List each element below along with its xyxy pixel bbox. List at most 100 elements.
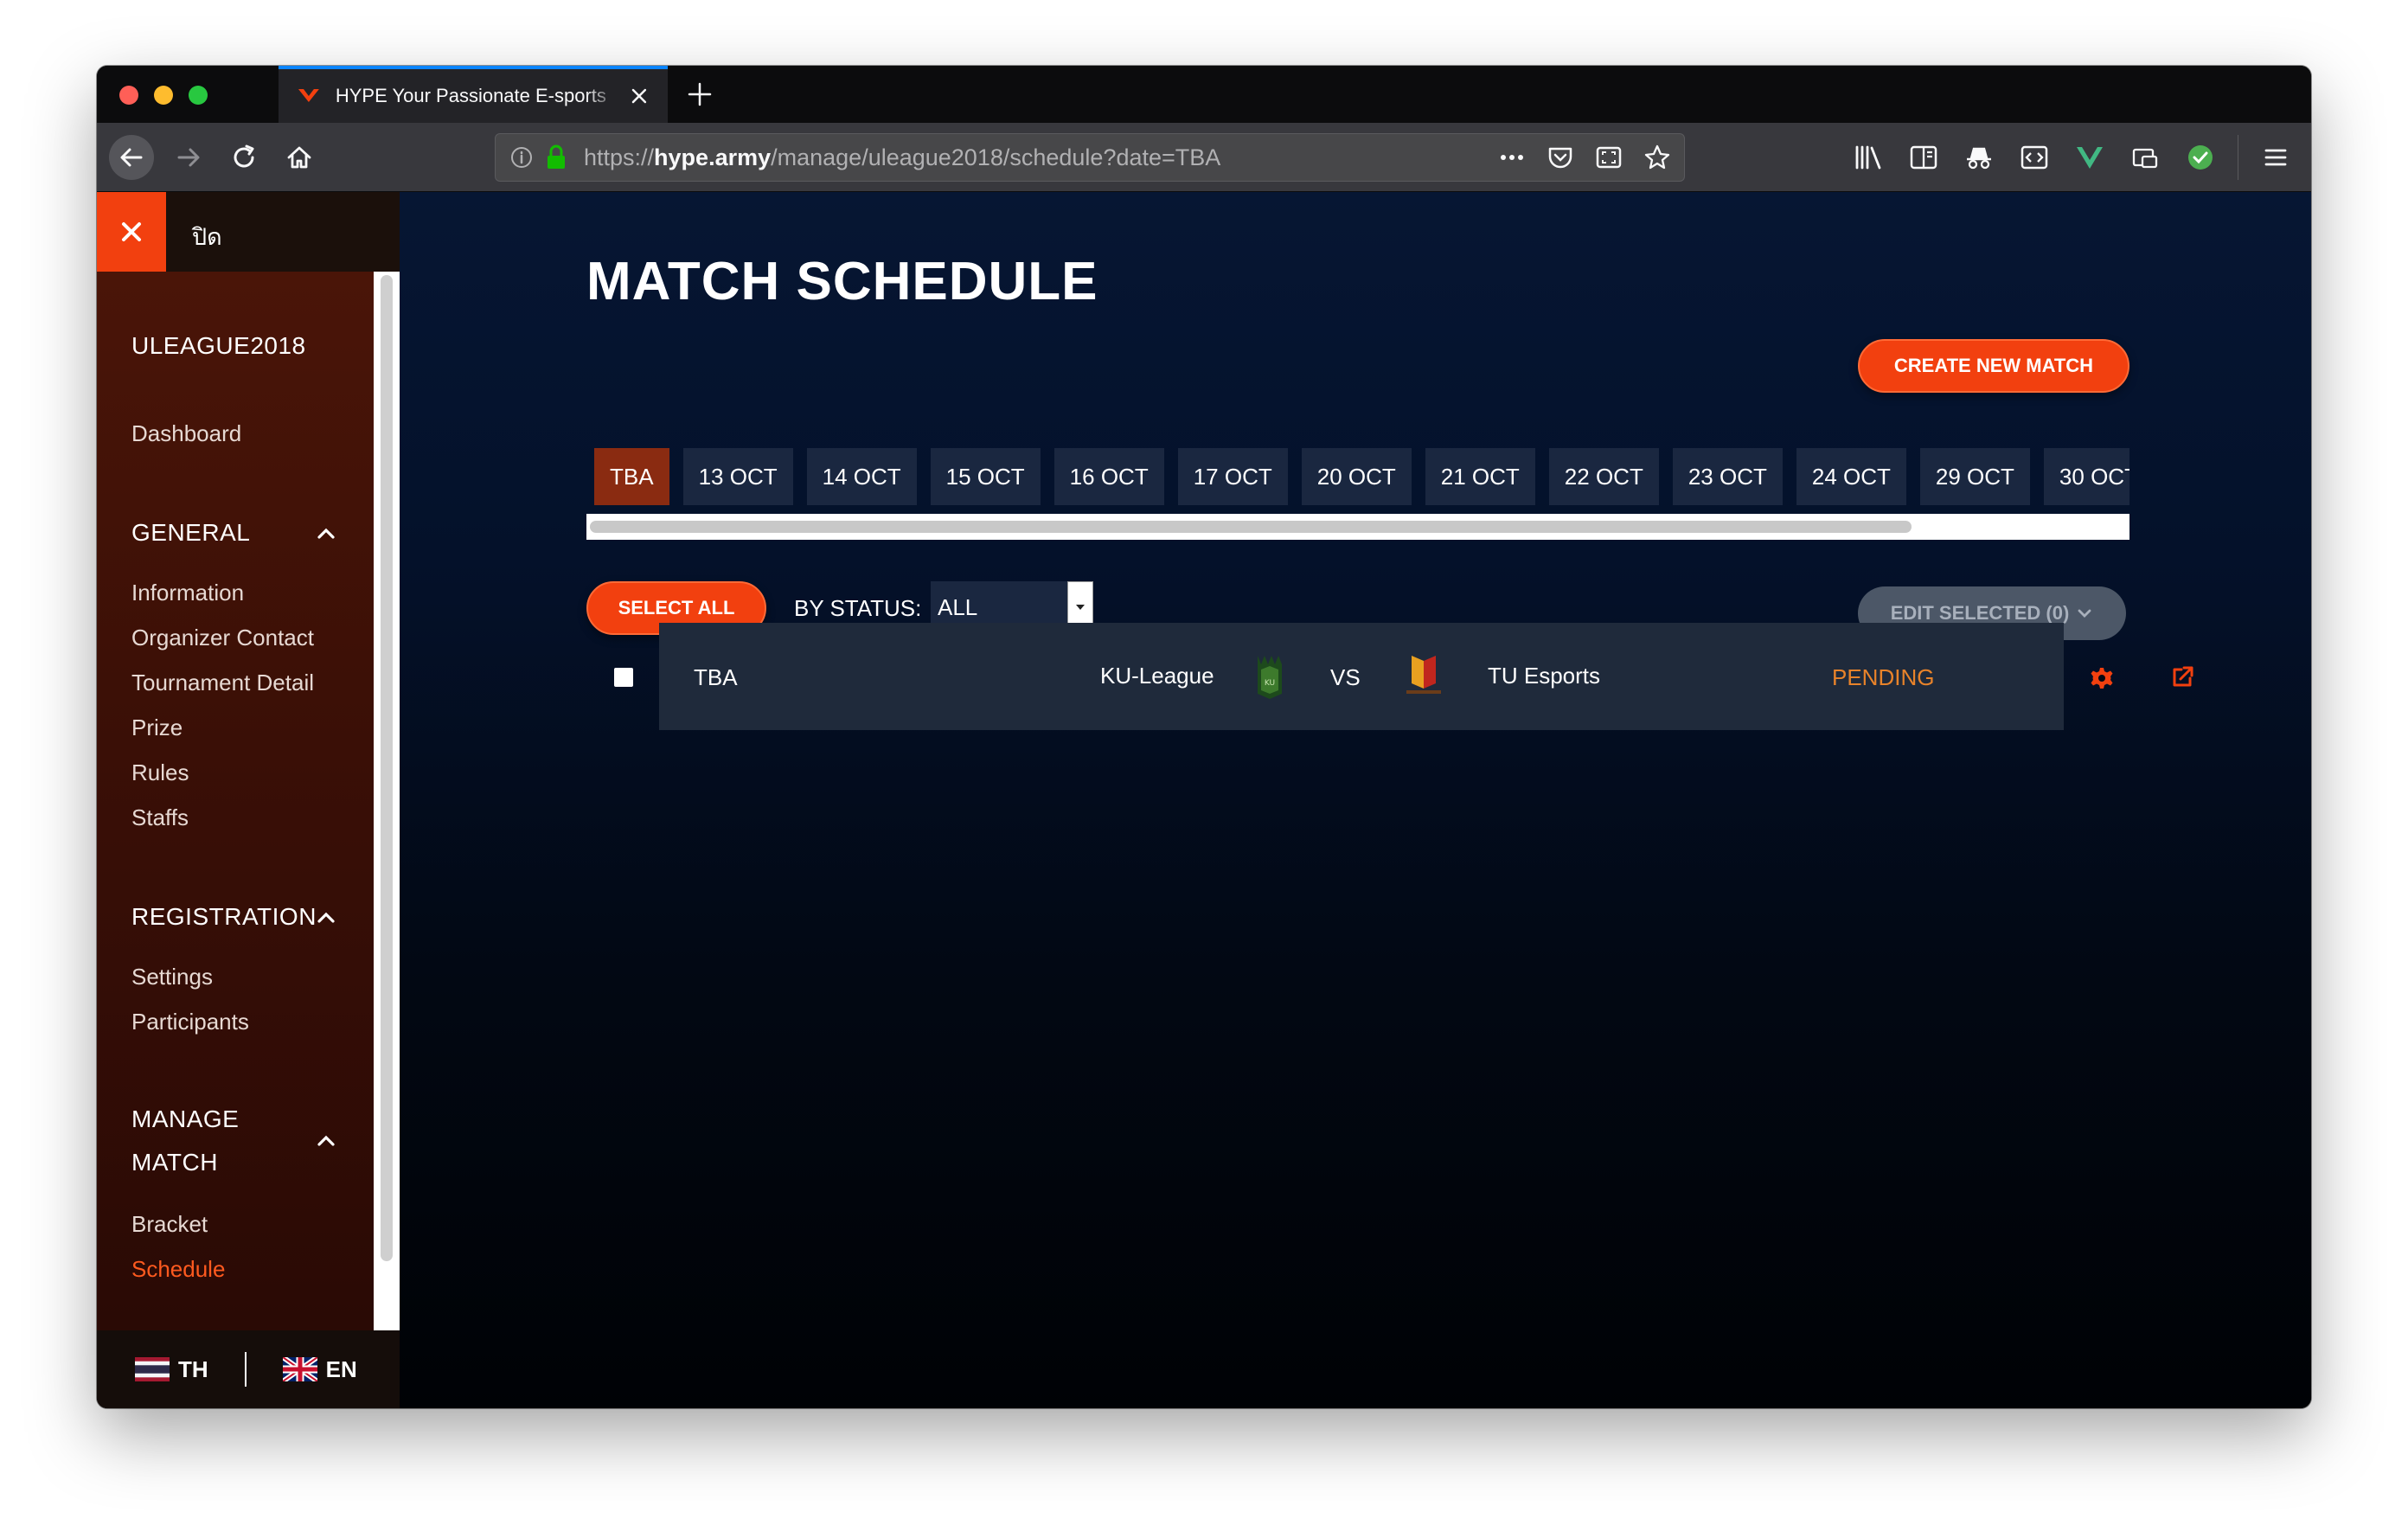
uk-flag-icon xyxy=(282,1357,317,1381)
sidebar-item-settings[interactable]: Settings xyxy=(131,964,213,990)
incognito-icon xyxy=(1967,147,1991,170)
sidebar-toggle-button[interactable] xyxy=(1905,135,1942,180)
reload-button[interactable] xyxy=(221,135,266,180)
language-switcher: TH EN xyxy=(97,1330,400,1408)
date-tab-21-oct[interactable]: 21 OCT xyxy=(1425,448,1535,505)
close-tab-icon[interactable] xyxy=(628,85,650,107)
sidebar-item-tournament-detail[interactable]: Tournament Detail xyxy=(131,670,314,696)
url-bar[interactable]: https://hype.army/manage/uleague2018/sch… xyxy=(495,133,1685,182)
tu-esports-logo-icon xyxy=(1406,656,1441,694)
screenshot-icon[interactable] xyxy=(1594,143,1623,172)
sidebar-item-schedule[interactable]: Schedule xyxy=(131,1256,225,1283)
lang-th[interactable]: TH xyxy=(135,1356,208,1383)
close-label[interactable]: ปิด xyxy=(192,218,222,255)
chevron-up-icon[interactable] xyxy=(313,905,339,931)
hamburger-icon xyxy=(2264,149,2287,166)
match-row[interactable]: TBA KU-League KU VS TU Esports PENDING xyxy=(659,623,2064,730)
lang-separator xyxy=(244,1352,247,1387)
date-tab-30-oct[interactable]: 30 OCT xyxy=(2043,448,2129,505)
close-window-button[interactable] xyxy=(119,86,138,105)
extension-inbox-button[interactable] xyxy=(2127,135,2163,180)
status-filter-value: ALL xyxy=(938,593,978,620)
reload-icon xyxy=(234,144,254,168)
code-window-icon xyxy=(2021,145,2048,170)
sidebar-item-participants[interactable]: Participants xyxy=(131,1009,249,1035)
section-general[interactable]: GENERAL xyxy=(131,519,250,547)
thai-flag-icon xyxy=(135,1357,170,1381)
sidebar-item-dashboard[interactable]: Dashboard xyxy=(131,420,241,447)
extension-check-button[interactable] xyxy=(2182,135,2219,180)
home-button[interactable] xyxy=(277,135,322,180)
external-link-icon[interactable] xyxy=(2169,664,2195,690)
section-manage-match-line2[interactable]: MATCH xyxy=(131,1149,218,1176)
date-tab-23-oct[interactable]: 23 OCT xyxy=(1672,448,1783,505)
inbox-icon xyxy=(2132,148,2158,169)
sidebar-item-staffs[interactable]: Staffs xyxy=(131,804,189,831)
vue-devtools-button[interactable] xyxy=(2072,135,2108,180)
edit-selected-label: EDIT SELECTED (0) xyxy=(1890,602,2070,624)
extension-spy-button[interactable] xyxy=(1961,135,1997,180)
sidebar-item-information[interactable]: Information xyxy=(131,580,244,606)
lang-en-label: EN xyxy=(325,1355,357,1382)
url-text[interactable]: https://hype.army/manage/uleague2018/sch… xyxy=(584,144,1220,171)
info-icon[interactable] xyxy=(509,145,534,170)
lang-th-label: TH xyxy=(178,1355,208,1382)
back-button[interactable] xyxy=(109,135,154,180)
date-tab-22-oct[interactable]: 22 OCT xyxy=(1548,448,1659,505)
sidebar-item-rules[interactable]: Rules xyxy=(131,759,189,786)
date-tab-14-oct[interactable]: 14 OCT xyxy=(806,448,917,505)
forward-button[interactable] xyxy=(166,135,211,180)
sidebar: ปิด ULEAGUE2018 Dashboard GENERAL Inform… xyxy=(97,192,400,1408)
back-arrow-icon xyxy=(120,148,143,167)
navigation-toolbar: https://hype.army/manage/uleague2018/sch… xyxy=(97,123,2311,192)
sidebar-menu: ULEAGUE2018 Dashboard GENERAL Informatio… xyxy=(97,272,374,1330)
bookmark-star-icon[interactable] xyxy=(1643,143,1672,172)
vue-icon xyxy=(2077,147,2103,169)
caret-down-icon xyxy=(1076,605,1085,610)
date-tab-24-oct[interactable]: 24 OCT xyxy=(1796,448,1906,505)
match-select-checkbox[interactable] xyxy=(614,668,633,687)
sidebar-item-bracket[interactable]: Bracket xyxy=(131,1211,208,1238)
date-tab-15-oct[interactable]: 15 OCT xyxy=(930,448,1041,505)
date-tabs: TBA 13 OCT 14 OCT 15 OCT 16 OCT 17 OCT 2… xyxy=(594,448,2129,505)
match-status-badge: PENDING xyxy=(1832,664,1935,690)
date-tab-20-oct[interactable]: 20 OCT xyxy=(1301,448,1412,505)
create-new-match-button[interactable]: CREATE NEW MATCH xyxy=(1858,339,2129,393)
minimize-window-button[interactable] xyxy=(154,86,173,105)
check-circle-icon xyxy=(2188,145,2213,170)
library-button[interactable] xyxy=(1850,135,1886,180)
date-tab-16-oct[interactable]: 16 OCT xyxy=(1054,448,1164,505)
extension-devtools-button[interactable] xyxy=(2016,135,2053,180)
sidebar-scrollbar-thumb[interactable] xyxy=(381,275,393,1261)
sidebar-close-button[interactable] xyxy=(97,192,166,272)
tab-strip: HYPE Your Passionate E-sports xyxy=(97,66,2311,123)
page-actions-icon[interactable] xyxy=(1497,143,1527,172)
library-icon xyxy=(1855,145,1881,170)
section-manage-match-line1[interactable]: MANAGE xyxy=(131,1105,239,1133)
date-tab-17-oct[interactable]: 17 OCT xyxy=(1177,448,1288,505)
pocket-icon[interactable] xyxy=(1546,143,1575,172)
chevron-down-icon xyxy=(2078,609,2091,618)
section-registration[interactable]: REGISTRATION xyxy=(131,903,317,931)
chevron-up-icon[interactable] xyxy=(313,521,339,547)
sidebar-header: ปิด xyxy=(97,192,400,272)
lock-icon[interactable] xyxy=(544,144,568,171)
sidebar-item-prize[interactable]: Prize xyxy=(131,715,183,741)
chevron-up-icon[interactable] xyxy=(313,1128,339,1154)
date-tabs-scrollbar-thumb[interactable] xyxy=(590,521,1912,533)
lang-en[interactable]: EN xyxy=(282,1355,357,1383)
match-date: TBA xyxy=(694,664,738,690)
page-title: MATCH SCHEDULE xyxy=(586,252,1098,311)
zoom-window-button[interactable] xyxy=(189,86,208,105)
browser-tab[interactable]: HYPE Your Passionate E-sports xyxy=(279,66,668,123)
gear-icon[interactable] xyxy=(2090,666,2114,690)
date-tab-29-oct[interactable]: 29 OCT xyxy=(1919,448,2030,505)
date-tab-tba[interactable]: TBA xyxy=(594,448,669,505)
menu-button[interactable] xyxy=(2258,135,2294,180)
sidebar-item-organizer-contact[interactable]: Organizer Contact xyxy=(131,625,314,651)
match-team1: KU-League xyxy=(1100,663,1214,689)
date-tab-13-oct[interactable]: 13 OCT xyxy=(682,448,793,505)
tab-title: HYPE Your Passionate E-sports xyxy=(335,85,606,106)
new-tab-icon[interactable] xyxy=(685,80,714,109)
league-name[interactable]: ULEAGUE2018 xyxy=(131,332,306,360)
